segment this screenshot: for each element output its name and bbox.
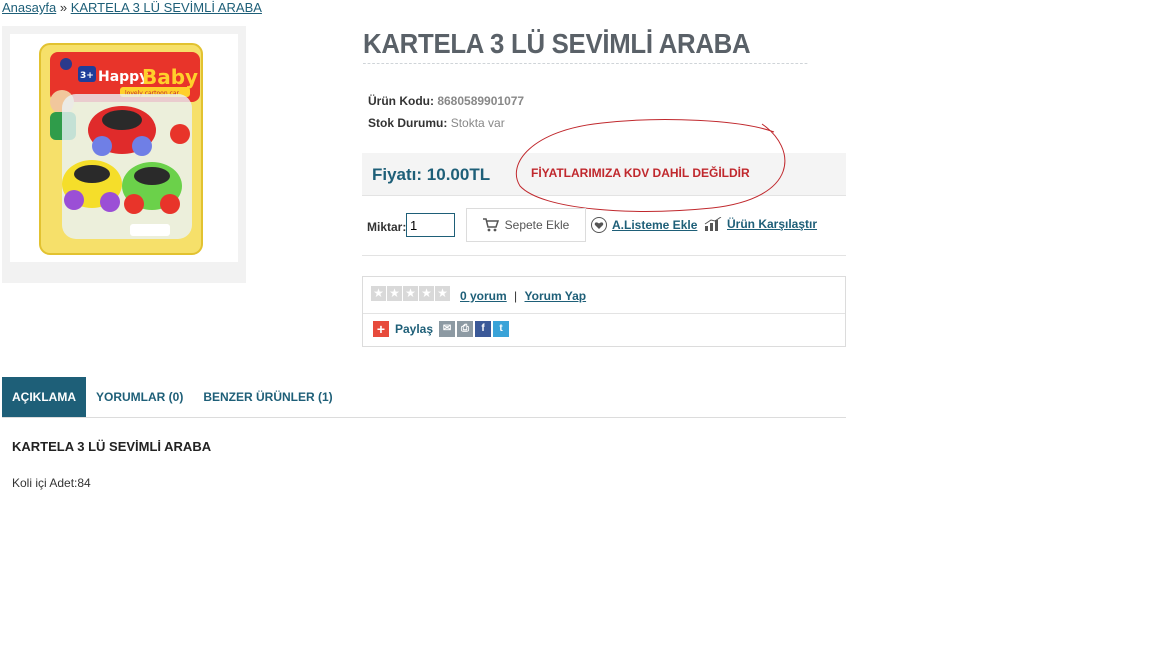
- email-icon[interactable]: ✉: [439, 321, 456, 337]
- svg-text:Happy: Happy: [98, 69, 148, 85]
- add-to-cart-button[interactable]: Sepete Ekle: [466, 208, 586, 242]
- tab-reviews[interactable]: YORUMLAR (0): [86, 377, 193, 417]
- toy-package-illustration: Happy Baby lovely cartoon car 3+: [39, 43, 203, 255]
- review-separator: |: [514, 289, 518, 303]
- svg-text:3+: 3+: [80, 71, 94, 81]
- breadcrumb-separator: »: [59, 0, 68, 15]
- breadcrumb: Anasayfa » KARTELA 3 LÜ SEVİMLİ ARABA: [2, 0, 262, 15]
- write-review-link[interactable]: Yorum Yap: [525, 289, 587, 303]
- tab-description[interactable]: AÇIKLAMA: [2, 377, 86, 417]
- stock-status-label: Stok Durumu:: [368, 116, 448, 130]
- star-icon: ★: [403, 286, 418, 301]
- twitter-icon[interactable]: t: [493, 321, 510, 337]
- add-to-wishlist-link[interactable]: A.Listeme Ekle: [591, 217, 697, 233]
- product-price: Fiyatı: 10.00TL: [372, 165, 491, 184]
- share-label[interactable]: Paylaş: [395, 322, 433, 336]
- description-title: KARTELA 3 LÜ SEVİMLİ ARABA: [12, 439, 212, 454]
- breadcrumb-current-link[interactable]: KARTELA 3 LÜ SEVİMLİ ARABA: [71, 0, 262, 15]
- quantity-label: Miktar:: [367, 220, 407, 234]
- add-to-wishlist-label: A.Listeme Ekle: [612, 218, 698, 232]
- compare-product-label: Ürün Karşılaştır: [727, 217, 818, 231]
- product-code-row: Ürün Kodu: 8680589901077: [368, 94, 524, 108]
- review-row: ★ ★ ★ ★ ★ 0 yorum | Yorum Yap: [363, 277, 845, 314]
- product-image-frame: Happy Baby lovely cartoon car 3+: [2, 26, 246, 283]
- print-icon[interactable]: ⎙: [457, 321, 474, 337]
- product-title: KARTELA 3 LÜ SEVİMLİ ARABA: [363, 28, 808, 64]
- review-count-link[interactable]: 0 yorum: [460, 289, 507, 303]
- cart-icon: [482, 218, 499, 232]
- description-text: Koli içi Adet:84: [12, 476, 91, 490]
- breadcrumb-home-link[interactable]: Anasayfa: [2, 0, 56, 15]
- rating-stars[interactable]: ★ ★ ★ ★ ★: [371, 286, 450, 301]
- product-image[interactable]: Happy Baby lovely cartoon car 3+: [10, 34, 238, 262]
- tab-similar-products[interactable]: BENZER ÜRÜNLER (1): [193, 377, 342, 417]
- review-links: 0 yorum | Yorum Yap: [460, 289, 586, 303]
- stock-status-row: Stok Durumu: Stokta var: [368, 116, 505, 130]
- share-row: + Paylaş ✉ ⎙ f t: [373, 321, 510, 337]
- svg-text:Baby: Baby: [142, 65, 198, 89]
- quantity-input[interactable]: [406, 213, 455, 237]
- plus-icon[interactable]: +: [373, 321, 389, 337]
- product-tabs: AÇIKLAMA YORUMLAR (0) BENZER ÜRÜNLER (1): [2, 377, 846, 418]
- stock-status-value: Stokta var: [450, 116, 505, 130]
- star-icon: ★: [371, 286, 386, 301]
- purchase-row: Miktar: Sepete Ekle A.Listeme Ekle Ürün …: [362, 205, 846, 256]
- product-code-value: 8680589901077: [437, 94, 525, 108]
- heart-icon: [591, 217, 607, 233]
- star-icon: ★: [435, 286, 450, 301]
- facebook-icon[interactable]: f: [475, 321, 492, 337]
- add-to-cart-label: Sepete Ekle: [504, 218, 570, 232]
- star-icon: ★: [419, 286, 434, 301]
- compare-product-link[interactable]: Ürün Karşılaştır: [704, 217, 817, 231]
- star-icon: ★: [387, 286, 402, 301]
- product-code-label: Ürün Kodu:: [368, 94, 434, 108]
- vat-annotation-note: FİYATLARIMIZA KDV DAHİL DEĞİLDİR: [531, 166, 750, 180]
- compare-chart-icon: [704, 217, 722, 231]
- review-share-box: ★ ★ ★ ★ ★ 0 yorum | Yorum Yap + Paylaş ✉…: [362, 276, 846, 347]
